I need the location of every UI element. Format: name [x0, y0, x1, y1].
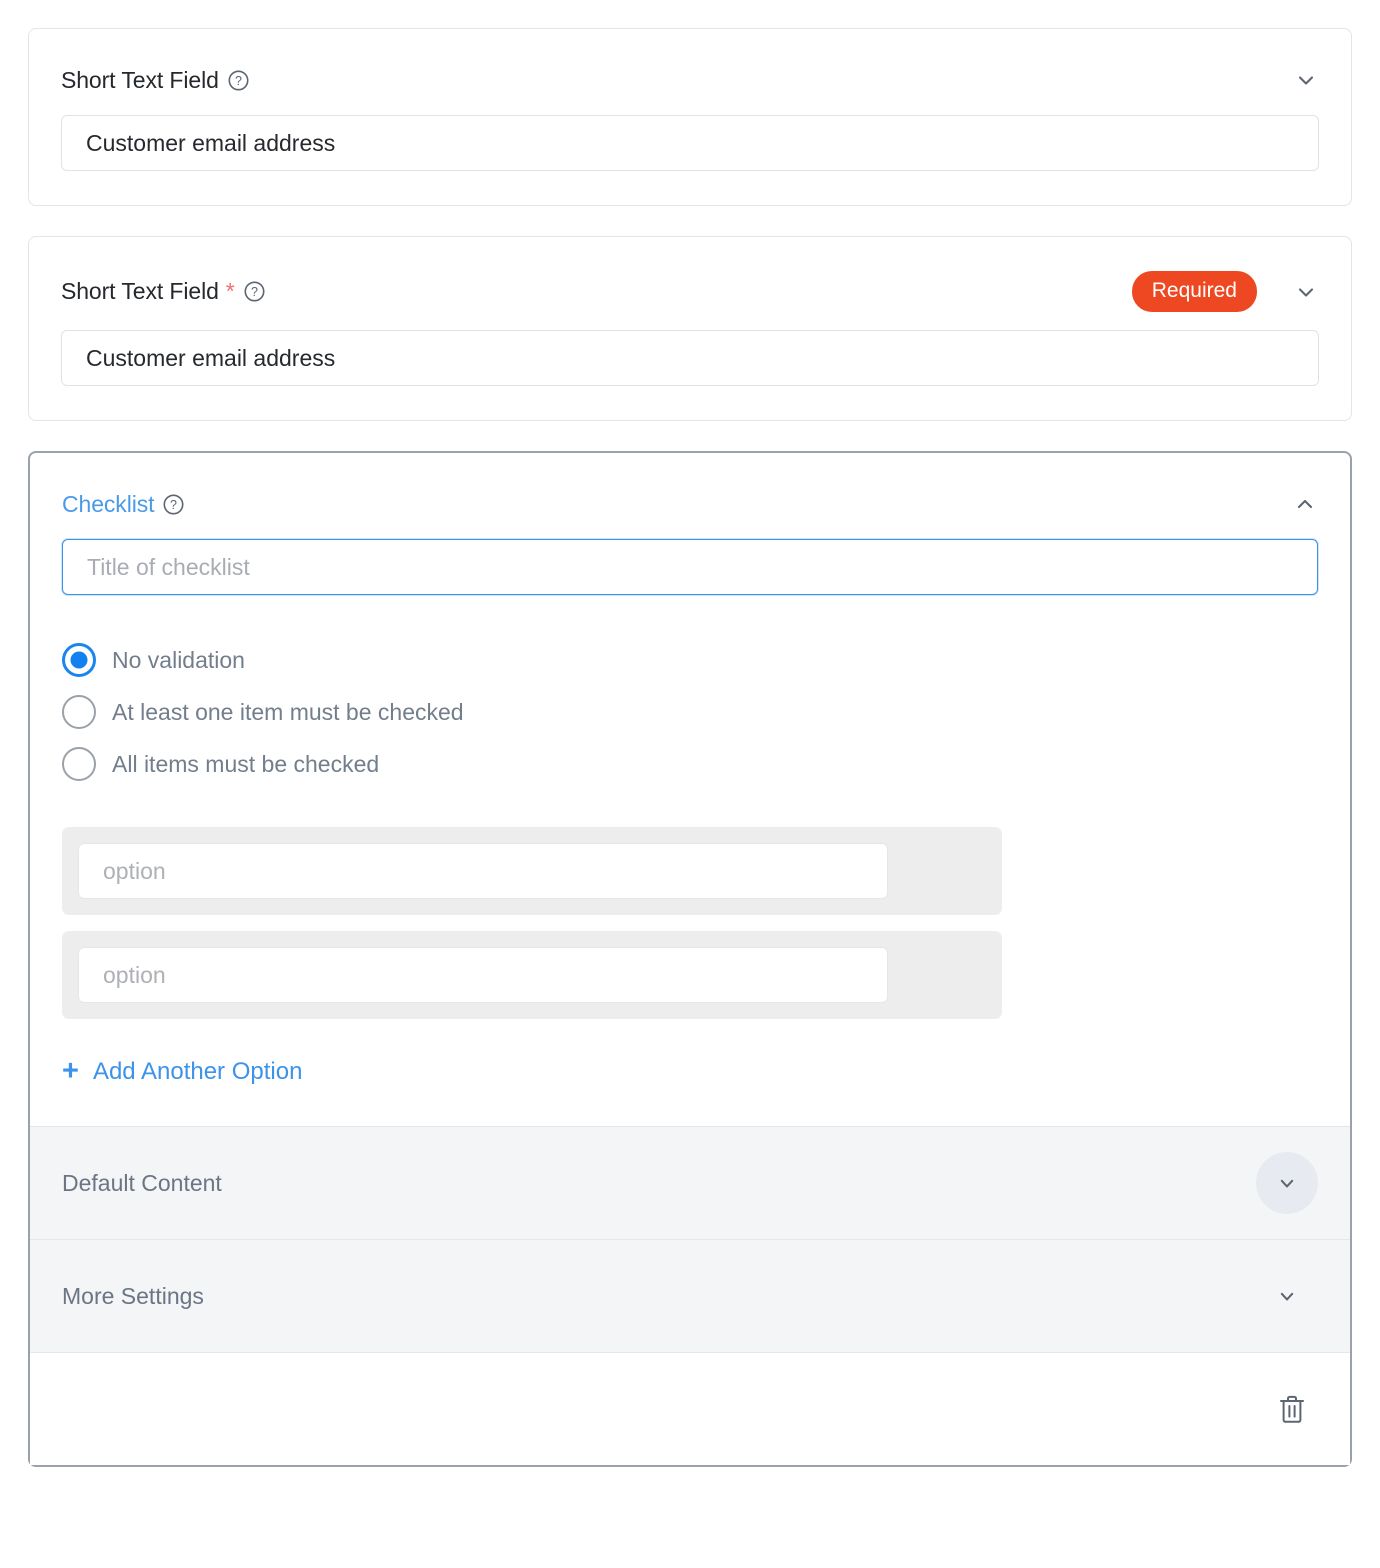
field-card-body: Short Text Field ? — [29, 29, 1351, 205]
svg-text:?: ? — [235, 74, 242, 88]
checklist-title-input[interactable] — [62, 539, 1318, 595]
add-another-option-button[interactable]: + Add Another Option — [62, 1057, 302, 1086]
field-header-left: Short Text Field ? — [61, 69, 249, 92]
section-title: Default Content — [62, 1172, 222, 1195]
field-label: Short Text Field — [61, 69, 219, 92]
section-more-settings[interactable]: More Settings — [30, 1239, 1350, 1352]
svg-text:?: ? — [251, 285, 258, 299]
chevron-down-icon — [1274, 1283, 1300, 1309]
field-card-short-text-1[interactable]: Short Text Field ? — [28, 28, 1352, 206]
checklist-option-row[interactable] — [62, 931, 1002, 1019]
validation-radio-group: No validation At least one item must be … — [62, 643, 1318, 781]
radio-option-all-items[interactable]: All items must be checked — [62, 747, 1318, 781]
checklist-option-row[interactable] — [62, 827, 1002, 915]
status-badge-required: Required — [1132, 271, 1257, 312]
radio-mark[interactable] — [62, 695, 96, 729]
field-label: Short Text Field — [61, 280, 219, 303]
radio-option-no-validation[interactable]: No validation — [62, 643, 1318, 677]
short-text-input[interactable] — [61, 115, 1319, 171]
add-another-option-label: Add Another Option — [93, 1060, 302, 1084]
checklist-options-list — [62, 827, 1318, 1019]
chevron-down-icon — [1274, 1170, 1300, 1196]
field-card-checklist[interactable]: Checklist ? — [28, 451, 1352, 1467]
section-toggle-button-default-content[interactable] — [1256, 1152, 1318, 1214]
question-circle-icon[interactable]: ? — [163, 494, 184, 515]
section-default-content[interactable]: Default Content — [30, 1126, 1350, 1239]
short-text-input[interactable] — [61, 330, 1319, 386]
radio-option-at-least-one[interactable]: At least one item must be checked — [62, 695, 1318, 729]
radio-label: At least one item must be checked — [112, 701, 464, 724]
trash-icon[interactable] — [1272, 1389, 1312, 1429]
checklist-label: Checklist — [62, 493, 154, 516]
radio-label: No validation — [112, 649, 245, 672]
checklist-header-right — [1292, 491, 1318, 517]
checklist-body: Checklist ? — [30, 453, 1350, 1126]
radio-label: All items must be checked — [112, 753, 379, 776]
section-toggle-button-more-settings[interactable] — [1256, 1265, 1318, 1327]
chevron-down-icon[interactable] — [1293, 279, 1319, 305]
chevron-down-icon[interactable] — [1293, 67, 1319, 93]
field-header-right: Required — [1132, 271, 1319, 312]
field-card-body: Short Text Field * ? Required — [29, 237, 1351, 420]
field-header: Short Text Field ? — [61, 63, 1319, 97]
required-asterisk: * — [226, 280, 235, 303]
radio-mark[interactable] — [62, 747, 96, 781]
checklist-card-footer — [30, 1352, 1350, 1465]
section-title: More Settings — [62, 1285, 204, 1308]
plus-icon: + — [62, 1057, 79, 1086]
checklist-header: Checklist ? — [62, 487, 1318, 521]
field-header-left: Short Text Field * ? — [61, 280, 265, 303]
checklist-header-left: Checklist ? — [62, 493, 184, 516]
field-header-right — [1293, 67, 1319, 93]
radio-mark-selected[interactable] — [62, 643, 96, 677]
checklist-option-input[interactable] — [78, 947, 888, 1003]
question-circle-icon[interactable]: ? — [244, 281, 265, 302]
chevron-up-icon[interactable] — [1292, 491, 1318, 517]
field-card-short-text-2[interactable]: Short Text Field * ? Required — [28, 236, 1352, 421]
svg-text:?: ? — [170, 498, 177, 512]
question-circle-icon[interactable]: ? — [228, 70, 249, 91]
checklist-option-input[interactable] — [78, 843, 888, 899]
field-header: Short Text Field * ? Required — [61, 271, 1319, 312]
form-builder-page: Short Text Field ? — [0, 0, 1380, 1568]
